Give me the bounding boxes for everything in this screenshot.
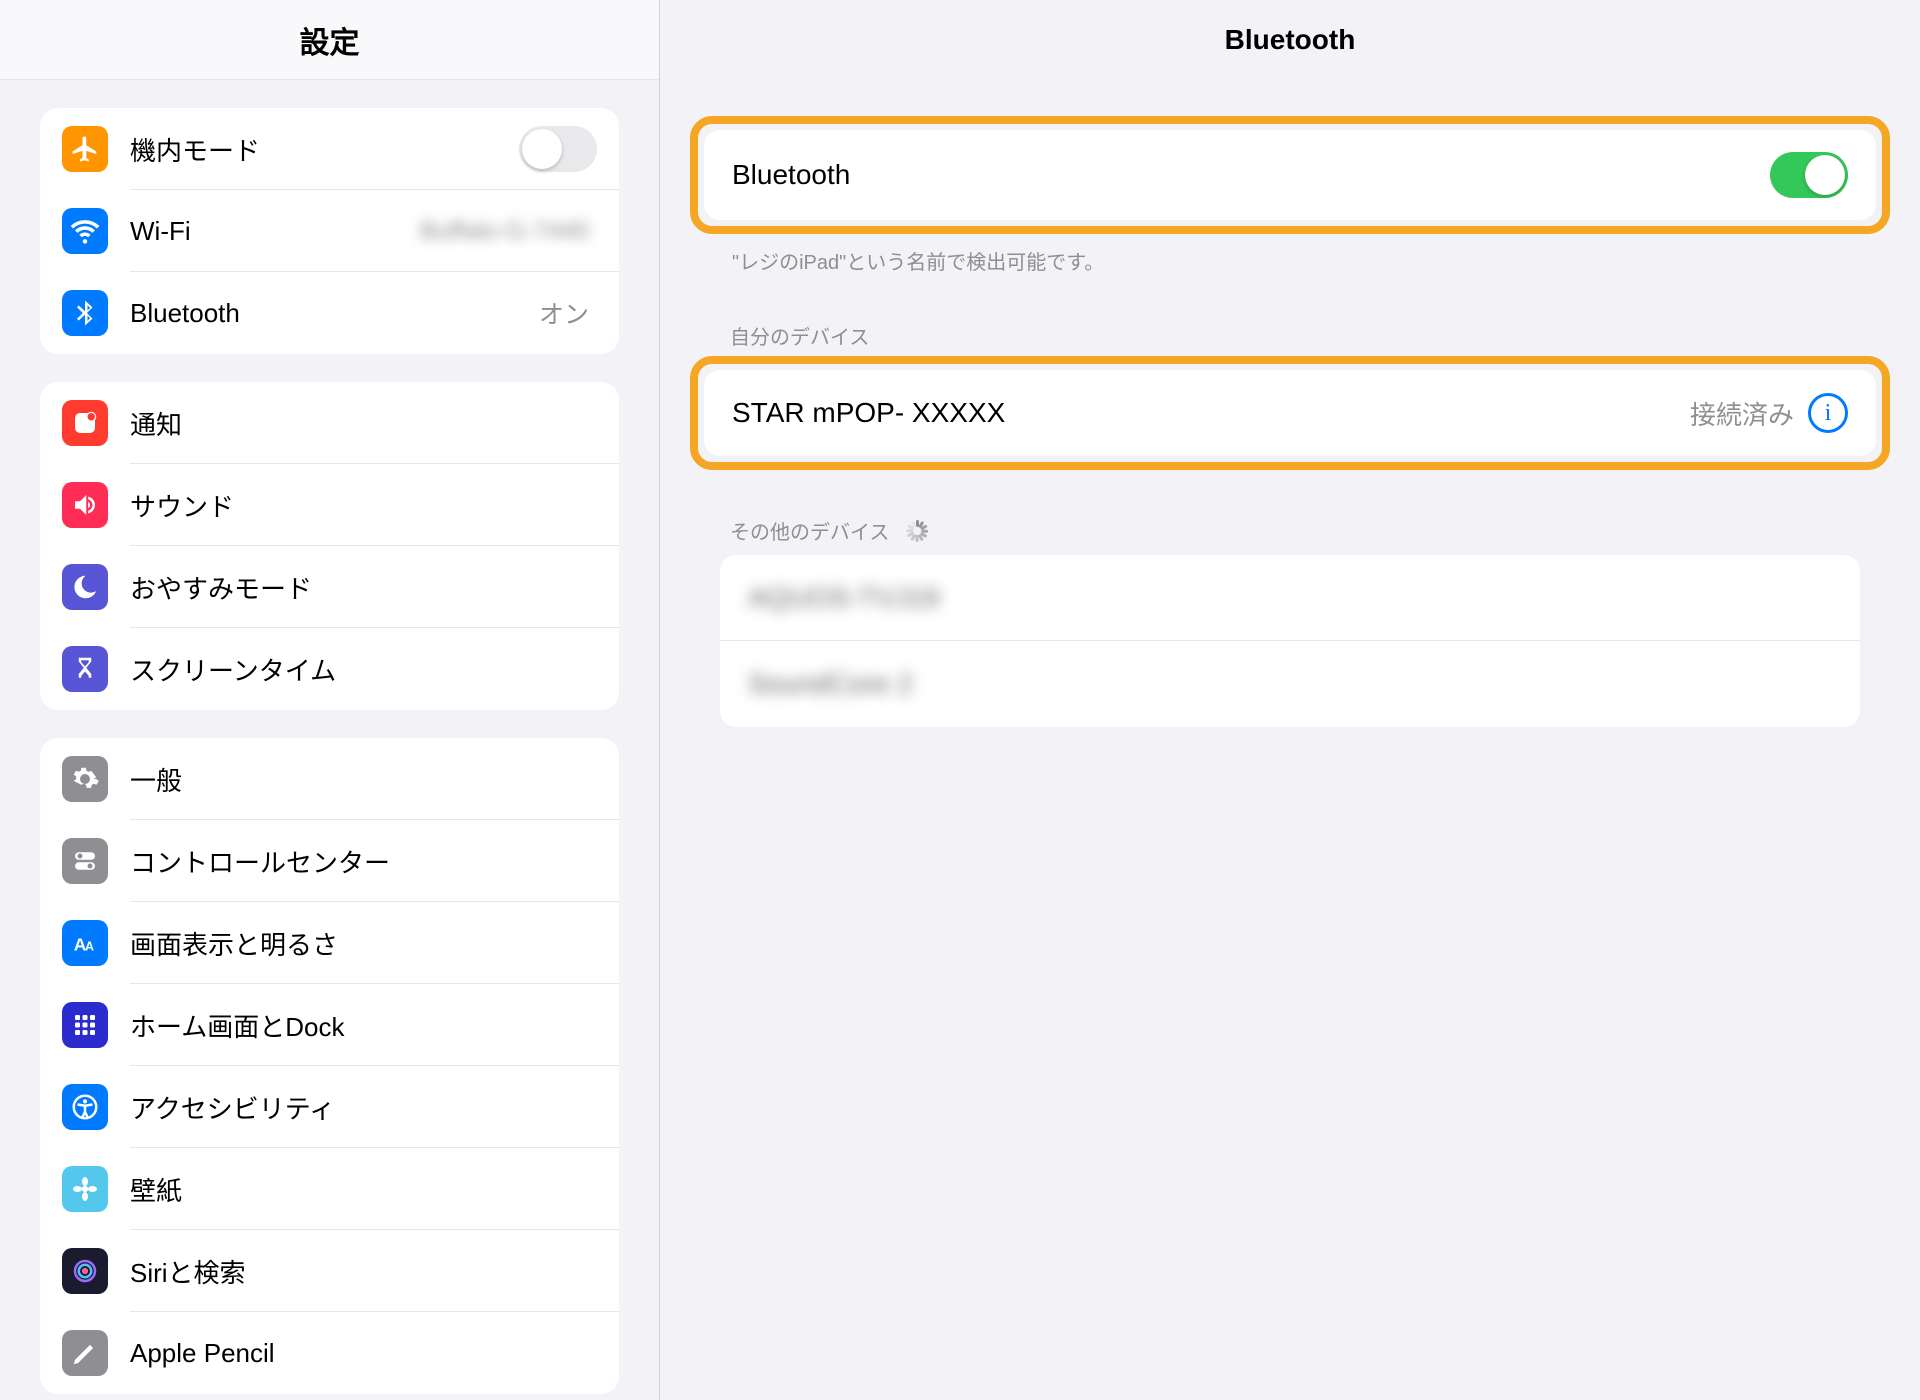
sidebar-item-screentime[interactable]: スクリーンタイム: [40, 628, 619, 710]
my-device-card: STAR mPOP- XXXXX 接続済み i: [704, 370, 1876, 456]
display-label: 画面表示と明るさ: [130, 925, 338, 962]
wifi-icon: [62, 208, 108, 254]
bluetooth-label: Bluetooth: [130, 298, 240, 329]
wifi-value: Buffalo-G-7440: [420, 217, 589, 246]
other-devices-card: AQUOS-TVJ19 SoundCore 2: [720, 555, 1860, 727]
general-label: 一般: [130, 761, 182, 798]
siri-icon: [62, 1248, 108, 1294]
my-devices-header: 自分のデバイス: [690, 275, 1890, 354]
notifications-label: 通知: [130, 405, 182, 442]
sidebar-group-notifications: 通知 サウンド おやすみモード スクリーンタイム: [40, 382, 619, 710]
bluetooth-icon: [62, 290, 108, 336]
sidebar-item-controlcenter[interactable]: コントロールセンター: [40, 820, 619, 902]
sounds-label: サウンド: [130, 487, 234, 524]
sidebar-item-bluetooth[interactable]: Bluetooth オン: [40, 272, 619, 354]
sidebar-item-wallpaper[interactable]: 壁紙: [40, 1148, 619, 1230]
highlight-bluetooth-toggle: Bluetooth: [690, 116, 1890, 234]
home-label: ホーム画面とDock: [130, 1007, 344, 1044]
bluetooth-toggle-row[interactable]: Bluetooth: [704, 130, 1876, 220]
sidebar-group-general: 一般 コントロールセンター AA 画面表示と明るさ ホーム画面とDock アクセ…: [40, 738, 619, 1394]
other-device-name: AQUOS-TVJ19: [748, 582, 939, 614]
bluetooth-toggle-card: Bluetooth: [704, 130, 1876, 220]
sidebar-item-sounds[interactable]: サウンド: [40, 464, 619, 546]
my-device-status: 接続済み: [1690, 395, 1794, 432]
sidebar-group-network: 機内モード Wi-Fi Buffalo-G-7440 Bluetooth オン: [40, 108, 619, 354]
svg-text:A: A: [85, 940, 94, 954]
airplane-label: 機内モード: [130, 131, 260, 168]
text-size-icon: AA: [62, 920, 108, 966]
other-device-row[interactable]: AQUOS-TVJ19: [720, 555, 1860, 641]
sidebar-item-siri[interactable]: Siriと検索: [40, 1230, 619, 1312]
accessibility-label: アクセシビリティ: [130, 1089, 335, 1126]
pencil-label: Apple Pencil: [130, 1338, 275, 1369]
apps-grid-icon: [62, 1002, 108, 1048]
bluetooth-toggle-label: Bluetooth: [732, 159, 850, 191]
sidebar-item-accessibility[interactable]: アクセシビリティ: [40, 1066, 619, 1148]
switches-icon: [62, 838, 108, 884]
sounds-icon: [62, 482, 108, 528]
main-header: Bluetooth: [660, 0, 1920, 80]
bluetooth-toggle[interactable]: [1770, 152, 1848, 198]
sidebar-header: 設定: [0, 0, 659, 80]
moon-icon: [62, 564, 108, 610]
sidebar-title: 設定: [300, 18, 360, 62]
hourglass-icon: [62, 646, 108, 692]
airplane-icon: [62, 126, 108, 172]
sidebar: 設定 機内モード Wi-Fi Buffalo-G-7440 Bluetooth: [0, 0, 660, 1400]
sidebar-item-dnd[interactable]: おやすみモード: [40, 546, 619, 628]
discoverable-text: "レジのiPad"という名前で検出可能です。: [690, 234, 1890, 275]
dnd-label: おやすみモード: [130, 569, 312, 606]
other-device-name: SoundCore 2: [748, 668, 913, 700]
my-device-name: STAR mPOP- XXXXX: [732, 397, 1005, 429]
notifications-icon: [62, 400, 108, 446]
other-devices-header: その他のデバイス: [690, 470, 1890, 549]
spinner-icon: [905, 520, 927, 542]
siri-label: Siriと検索: [130, 1253, 246, 1290]
sidebar-item-pencil[interactable]: Apple Pencil: [40, 1312, 619, 1394]
highlight-my-device: STAR mPOP- XXXXX 接続済み i: [690, 356, 1890, 470]
wallpaper-label: 壁紙: [130, 1171, 182, 1208]
sidebar-item-general[interactable]: 一般: [40, 738, 619, 820]
gear-icon: [62, 756, 108, 802]
pencil-icon: [62, 1330, 108, 1376]
flower-icon: [62, 1166, 108, 1212]
other-device-row[interactable]: SoundCore 2: [720, 641, 1860, 727]
bluetooth-value: オン: [539, 295, 589, 331]
sidebar-item-notifications[interactable]: 通知: [40, 382, 619, 464]
my-device-row[interactable]: STAR mPOP- XXXXX 接続済み i: [704, 370, 1876, 456]
sidebar-item-home[interactable]: ホーム画面とDock: [40, 984, 619, 1066]
main-panel: Bluetooth Bluetooth "レジのiPad"という名前で検出可能で…: [660, 0, 1920, 1400]
info-button[interactable]: i: [1808, 393, 1848, 433]
screentime-label: スクリーンタイム: [130, 651, 336, 688]
airplane-toggle[interactable]: [519, 126, 597, 172]
accessibility-icon: [62, 1084, 108, 1130]
sidebar-item-display[interactable]: AA 画面表示と明るさ: [40, 902, 619, 984]
sidebar-item-airplane[interactable]: 機内モード: [40, 108, 619, 190]
sidebar-item-wifi[interactable]: Wi-Fi Buffalo-G-7440: [40, 190, 619, 272]
wifi-label: Wi-Fi: [130, 216, 191, 247]
controlcenter-label: コントロールセンター: [130, 843, 390, 880]
page-title: Bluetooth: [1225, 24, 1356, 56]
